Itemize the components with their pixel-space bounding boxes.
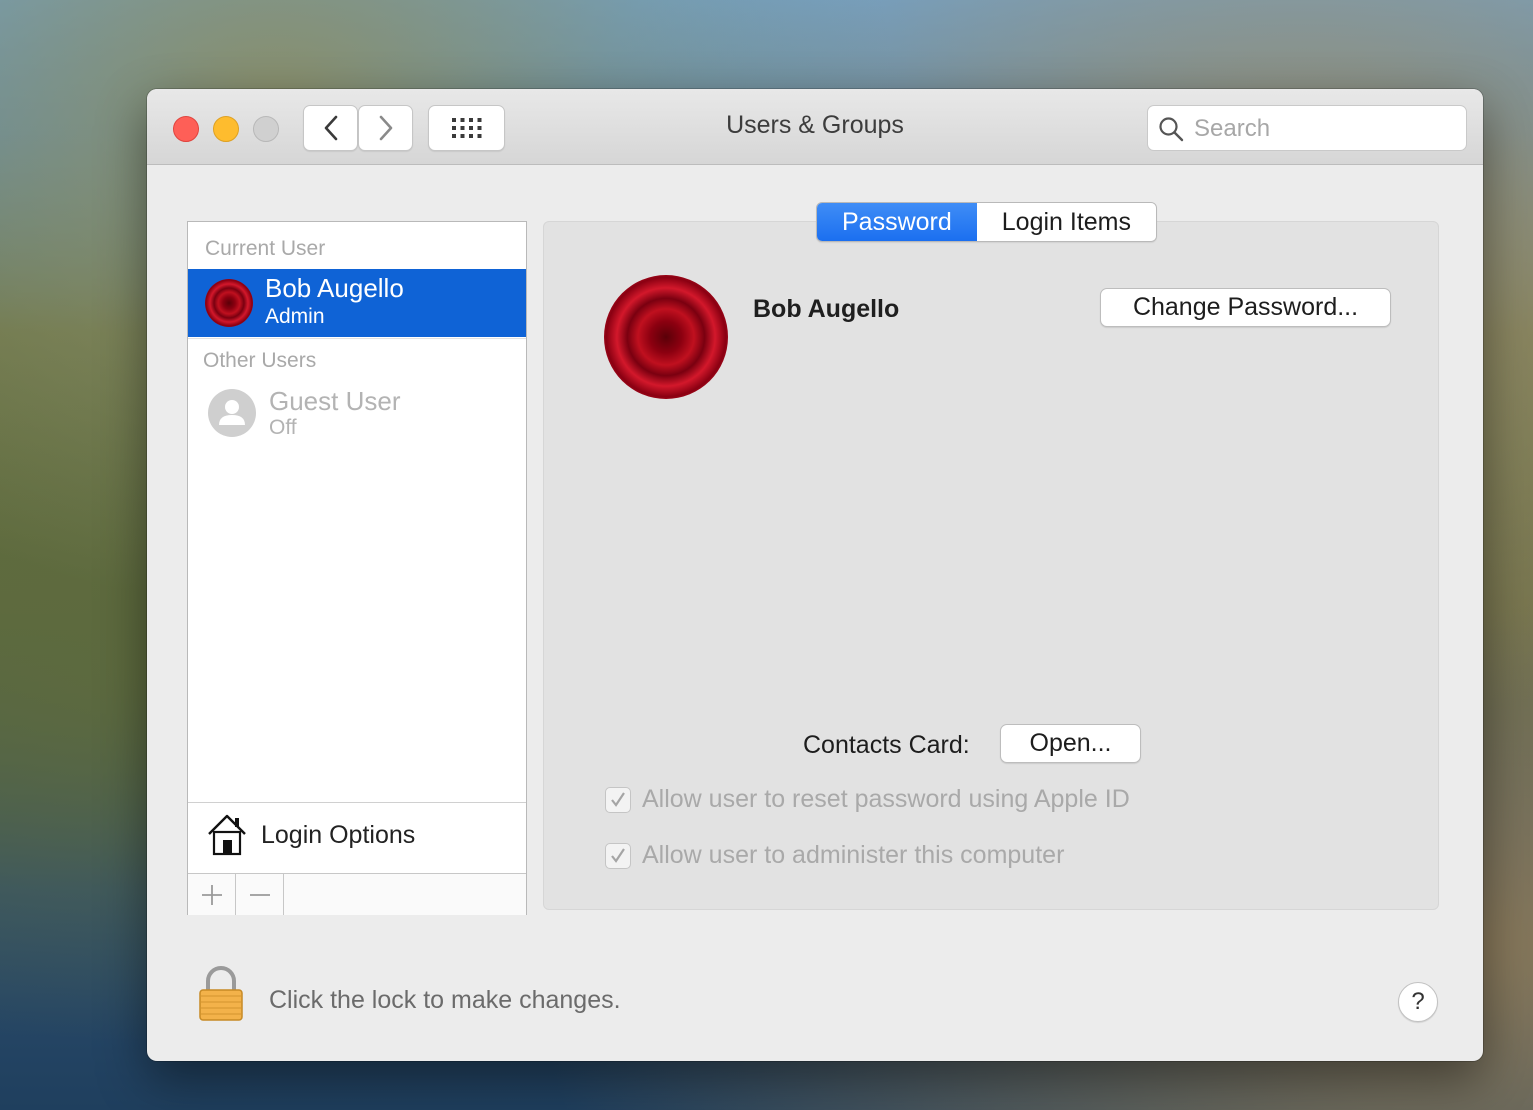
search-icon <box>1159 117 1184 142</box>
current-user-header: Current User <box>205 237 326 260</box>
checkmark-icon <box>611 792 625 807</box>
administer-checkbox[interactable] <box>605 843 631 869</box>
user-name: Guest User <box>269 386 401 416</box>
help-button[interactable]: ? <box>1398 982 1438 1022</box>
title-bar: Users & Groups Search <box>147 89 1483 165</box>
lock-message: Click the lock to make changes. <box>269 986 621 1014</box>
search-field[interactable]: Search <box>1147 105 1467 151</box>
login-options-row[interactable]: Login Options <box>188 802 526 873</box>
user-full-name: Bob Augello <box>753 295 900 323</box>
user-avatar <box>205 279 253 327</box>
tab-bar: Password Login Items <box>816 202 1158 242</box>
user-role: Admin <box>265 305 325 328</box>
add-user-button[interactable] <box>188 874 236 915</box>
reset-password-checkbox[interactable] <box>605 787 631 813</box>
remove-user-button[interactable] <box>236 874 284 915</box>
divider <box>188 338 526 339</box>
tab-password[interactable]: Password <box>817 203 977 241</box>
sidebar-toolbar <box>188 873 526 915</box>
house-icon <box>208 814 246 856</box>
login-options-label: Login Options <box>261 821 416 849</box>
other-users-header: Other Users <box>203 349 317 372</box>
users-sidebar: Current User Bob Augello Admin Other Use… <box>187 221 527 915</box>
user-row-bob-augello[interactable]: Bob Augello Admin <box>188 269 526 337</box>
user-photo[interactable] <box>604 275 728 399</box>
minus-icon <box>249 893 270 896</box>
user-status: Off <box>269 416 297 439</box>
search-placeholder: Search <box>1194 115 1271 142</box>
lock-icon[interactable] <box>197 965 245 1023</box>
user-row-guest-user[interactable]: Guest User Off <box>188 382 526 450</box>
tab-login-items[interactable]: Login Items <box>976 203 1157 241</box>
users-groups-window: Users & Groups Search Current User Bob A… <box>147 89 1483 1061</box>
reset-password-label: Allow user to reset password using Apple… <box>642 785 1130 813</box>
open-contacts-button[interactable]: Open... <box>1000 724 1141 763</box>
user-name: Bob Augello <box>265 273 404 303</box>
person-icon <box>208 389 256 437</box>
change-password-button[interactable]: Change Password... <box>1100 288 1391 327</box>
contacts-card-label: Contacts Card: <box>803 731 970 759</box>
administer-label: Allow user to administer this computer <box>642 841 1065 869</box>
checkmark-icon <box>611 848 625 863</box>
plus-icon <box>201 884 222 905</box>
